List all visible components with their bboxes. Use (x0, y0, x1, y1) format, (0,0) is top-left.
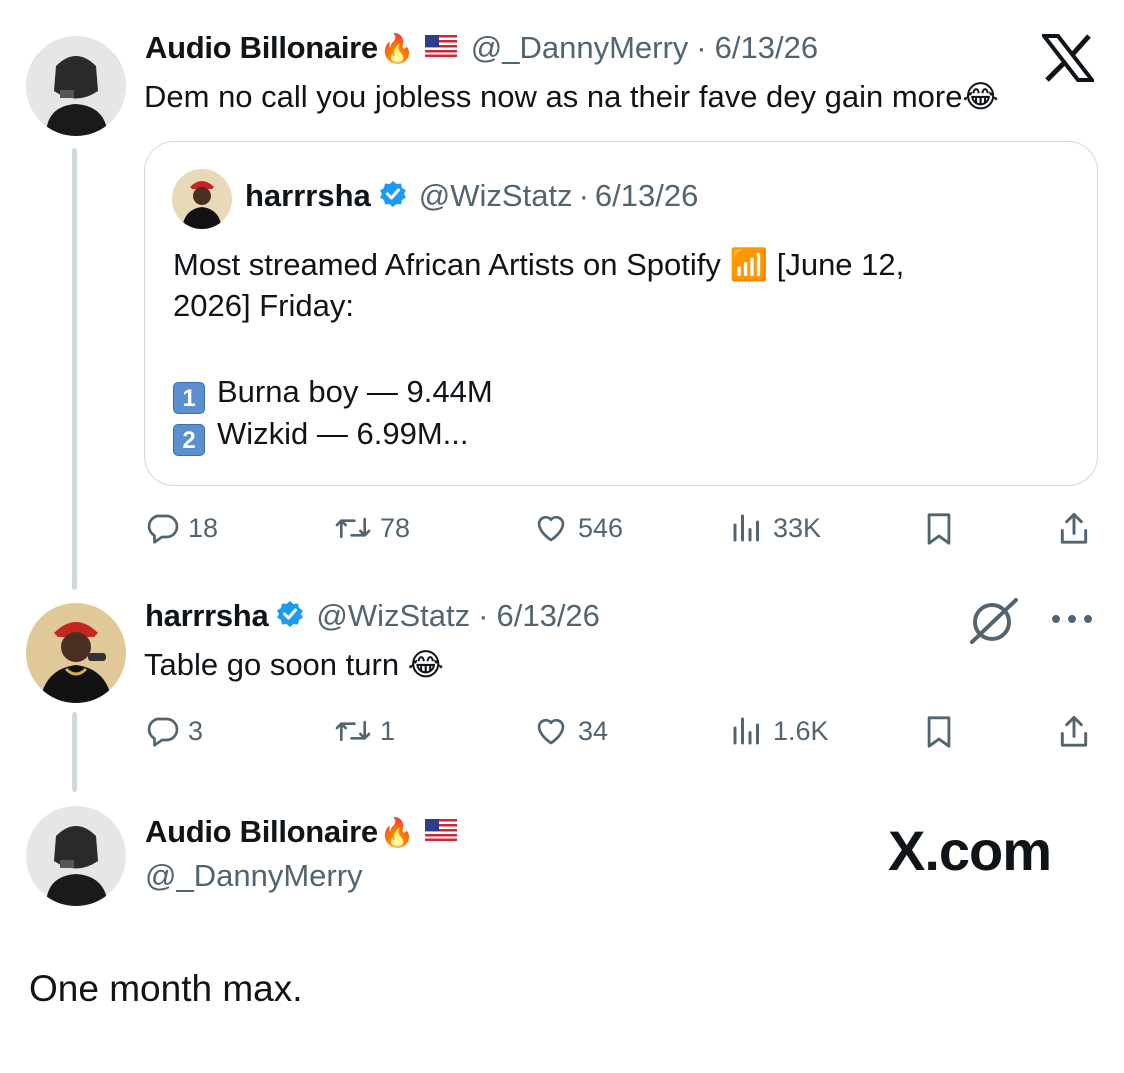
avatar-harrrsha-quote[interactable] (172, 169, 232, 229)
more-icon[interactable] (1050, 612, 1094, 631)
tweet2-header: harrrsha @WizStatz · 6/13/26 (145, 598, 600, 634)
repost-icon (335, 517, 371, 539)
views-button[interactable]: 1.6K (729, 713, 829, 749)
keycap-1-icon: 1 (173, 382, 205, 414)
avatar-harrrsha[interactable] (26, 603, 126, 703)
quote-text-line1: Most streamed African Artists on Spotify… (173, 247, 905, 282)
quote-text-line2: 2026] Friday: (173, 288, 354, 323)
quote-list-item-1: 1 Burna boy — 9.44M (173, 372, 493, 414)
repost-icon (335, 720, 371, 742)
views-count: 1.6K (773, 715, 829, 746)
bookmark-icon (927, 513, 951, 545)
quote-header: harrrsha @WizStatz · 6/13/26 (245, 178, 698, 214)
quote-date[interactable]: 6/13/26 (595, 178, 698, 214)
keycap-2-icon: 2 (173, 424, 205, 456)
bookmark-button[interactable] (922, 713, 956, 751)
thread-line-2 (72, 712, 77, 792)
reply-button[interactable]: 3 (144, 713, 203, 749)
separator-dot: · (696, 30, 707, 65)
tweet3-header: Audio Billonaire 🔥 (145, 814, 457, 850)
tweet-date[interactable]: 6/13/26 (496, 598, 599, 634)
share-button[interactable] (1056, 713, 1092, 751)
x-com-watermark: X.com (888, 819, 1052, 882)
reply-button[interactable]: 18 (144, 510, 218, 546)
views-button[interactable]: 33K (729, 510, 821, 546)
tweet2-actions: 3 1 34 1.6K (144, 713, 1094, 753)
thread-line-1 (72, 148, 77, 590)
reply-icon (147, 717, 179, 747)
like-icon (537, 718, 565, 745)
reply-count: 18 (188, 512, 219, 543)
tweet3-text: One month max. (29, 968, 303, 1009)
repost-button[interactable]: 1 (334, 713, 395, 749)
tweet1-text: Dem no call you jobless now as na their … (144, 79, 999, 114)
views-icon (733, 514, 759, 542)
repost-count: 1 (380, 715, 396, 746)
verified-badge-icon (276, 600, 304, 633)
us-flag-icon (424, 34, 457, 62)
share-button[interactable] (1056, 510, 1092, 548)
x-logo-icon (1039, 34, 1097, 87)
views-icon (733, 717, 759, 745)
author-handle[interactable]: @WizStatz (316, 598, 470, 634)
share-icon (1060, 715, 1088, 747)
author-name[interactable]: Audio Billonaire (145, 30, 378, 66)
fire-emoji: 🔥 (379, 32, 415, 64)
quote-list-item-2: 2 Wizkid — 6.99M... (173, 414, 469, 456)
tweet-date[interactable]: 6/13/26 (715, 30, 818, 66)
us-flag-icon (424, 818, 457, 846)
share-icon (1060, 512, 1088, 544)
quote-author-handle[interactable]: @WizStatz (419, 178, 573, 214)
author-handle[interactable]: @_DannyMerry (145, 858, 363, 894)
repost-count: 78 (380, 512, 411, 543)
views-count: 33K (773, 512, 822, 543)
like-icon (537, 515, 565, 542)
grok-icon[interactable] (966, 596, 1022, 651)
verified-badge-icon (379, 180, 407, 213)
author-name[interactable]: harrrsha (145, 598, 269, 634)
author-handle[interactable]: @_DannyMerry (471, 30, 689, 66)
tweet2-text: Table go soon turn 😂 (144, 647, 444, 682)
bookmark-icon (927, 716, 951, 748)
list-item-text: Wizkid — 6.99M... (217, 416, 469, 451)
separator-dot: · (578, 178, 589, 213)
avatar-audio-billonaire[interactable] (26, 806, 126, 906)
like-button[interactable]: 34 (532, 713, 608, 749)
like-button[interactable]: 546 (532, 510, 623, 546)
separator-dot: · (478, 598, 489, 633)
reply-icon (147, 514, 179, 544)
author-name[interactable]: Audio Billonaire (145, 814, 378, 850)
like-count: 546 (578, 512, 624, 543)
like-count: 34 (578, 715, 609, 746)
fire-emoji: 🔥 (379, 816, 415, 848)
reply-count: 3 (188, 715, 204, 746)
avatar-audio-billonaire[interactable] (26, 36, 126, 136)
repost-button[interactable]: 78 (334, 510, 410, 546)
list-item-text: Burna boy — 9.44M (217, 374, 493, 409)
quote-author-name[interactable]: harrrsha (245, 178, 371, 214)
tweet1-header: Audio Billonaire 🔥 @_DannyMerry · 6/13/2… (145, 30, 818, 66)
bookmark-button[interactable] (922, 510, 956, 548)
tweet1-actions: 18 78 546 33K (144, 510, 1094, 550)
